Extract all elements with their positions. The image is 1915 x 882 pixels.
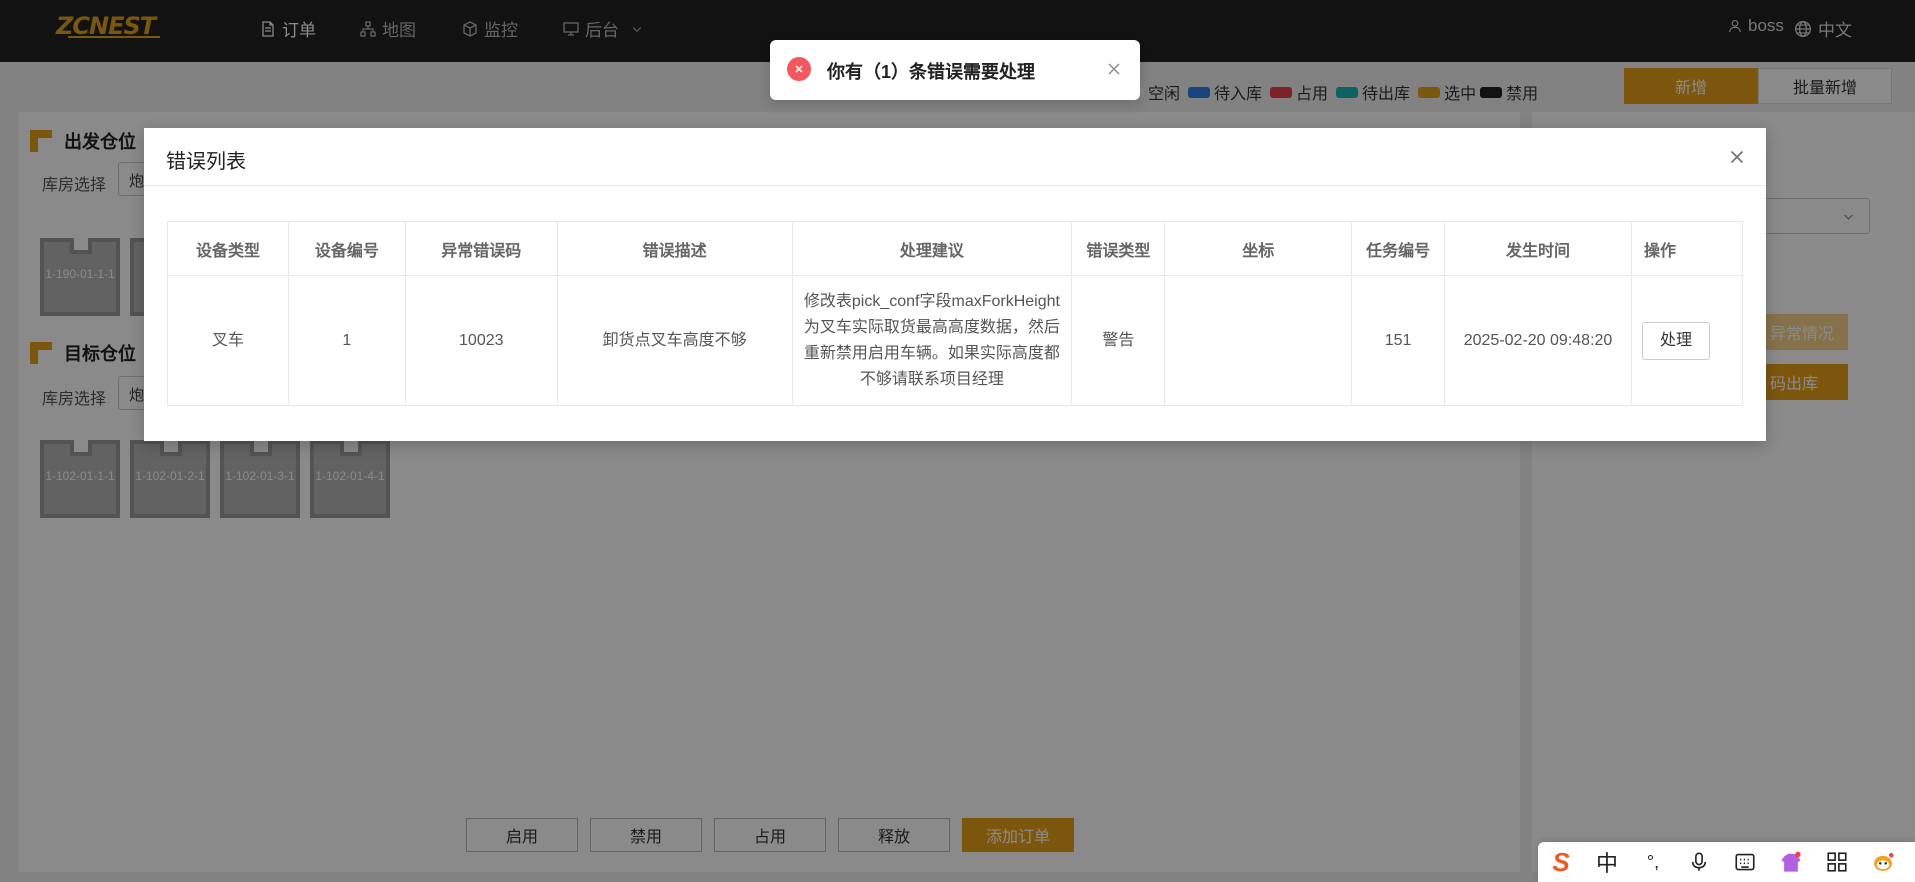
cell-device-type: 叉车 bbox=[167, 275, 289, 406]
error-list-modal: 错误列表 设备类型 设备编号 异常错误码 错误描述 处理建议 错误类型 坐标 任… bbox=[144, 128, 1766, 441]
column-header: 发生时间 bbox=[1444, 221, 1632, 276]
column-header: 设备类型 bbox=[167, 221, 289, 276]
column-header: 任务编号 bbox=[1351, 221, 1446, 276]
grid-icon[interactable] bbox=[1814, 842, 1860, 882]
cell-action: 处理 bbox=[1630, 275, 1744, 406]
column-header: 处理建议 bbox=[791, 221, 1073, 276]
cell-time: 2025-02-20 09:48:20 bbox=[1444, 275, 1632, 406]
ime-logo-text: S bbox=[1552, 846, 1570, 877]
close-icon[interactable] bbox=[1726, 146, 1748, 168]
ime-punct-text: °, bbox=[1646, 851, 1660, 872]
cell-device-no: 1 bbox=[287, 275, 406, 406]
cell-task-no: 151 bbox=[1351, 275, 1446, 406]
error-table: 设备类型 设备编号 异常错误码 错误描述 处理建议 错误类型 坐标 任务编号 发… bbox=[167, 221, 1744, 406]
cell-suggestion: 修改表pick_conf字段maxForkHeight为叉车实际取货最高高度数据… bbox=[791, 275, 1073, 406]
modal-title: 错误列表 bbox=[166, 151, 246, 173]
ime-logo-icon[interactable]: S bbox=[1538, 842, 1584, 882]
ime-punctuation[interactable]: °, bbox=[1630, 842, 1676, 882]
cell-coordinate bbox=[1164, 275, 1353, 406]
ime-toolbar: S 中 °, bbox=[1538, 842, 1915, 882]
mic-icon[interactable] bbox=[1676, 842, 1722, 882]
column-header: 异常错误码 bbox=[404, 221, 558, 276]
mascot-icon[interactable] bbox=[1860, 842, 1906, 882]
modal-header: 错误列表 bbox=[144, 128, 1766, 186]
keyboard-icon[interactable] bbox=[1722, 842, 1768, 882]
ime-chinese-mode[interactable]: 中 bbox=[1584, 842, 1630, 882]
toast-message: 你有（1）条错误需要处理 bbox=[827, 62, 1036, 82]
column-header: 设备编号 bbox=[287, 221, 406, 276]
column-header: 操作 bbox=[1630, 221, 1744, 276]
table-row: 叉车 1 10023 卸货点叉车高度不够 修改表pick_conf字段maxFo… bbox=[167, 275, 1744, 406]
close-icon[interactable] bbox=[1106, 61, 1122, 77]
column-header: 错误类型 bbox=[1071, 221, 1166, 276]
column-header: 坐标 bbox=[1164, 221, 1353, 276]
cell-error-type: 警告 bbox=[1071, 275, 1166, 406]
handle-button[interactable]: 处理 bbox=[1641, 321, 1710, 360]
cell-description: 卸货点叉车高度不够 bbox=[556, 275, 793, 406]
error-icon bbox=[787, 57, 811, 81]
table-header-row: 设备类型 设备编号 异常错误码 错误描述 处理建议 错误类型 坐标 任务编号 发… bbox=[167, 221, 1744, 276]
error-toast: 你有（1）条错误需要处理 bbox=[770, 40, 1140, 100]
skin-icon[interactable] bbox=[1768, 842, 1814, 882]
column-header: 错误描述 bbox=[556, 221, 793, 276]
ime-mode-text: 中 bbox=[1595, 851, 1618, 876]
cell-error-code: 10023 bbox=[404, 275, 558, 406]
